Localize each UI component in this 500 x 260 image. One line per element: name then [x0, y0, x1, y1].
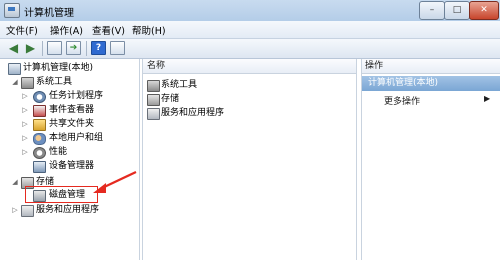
storage-icon: [147, 94, 160, 106]
more-actions-link[interactable]: 更多操作: [384, 94, 420, 107]
tree-item-label: 磁盘管理: [49, 190, 86, 200]
tree-item-event-viewer[interactable]: ▷ 事件查看器: [3, 103, 137, 117]
show-hide-tree-button[interactable]: [47, 41, 62, 55]
annotation-arrow-icon: [93, 171, 137, 193]
tools-icon: [147, 80, 160, 92]
tree-item-local-users[interactable]: ▷ 本地用户和组: [3, 131, 137, 145]
collapse-icon[interactable]: ◢: [11, 75, 19, 89]
forward-button[interactable]: ▶: [23, 41, 38, 55]
clock-icon: [33, 91, 46, 103]
tools-icon: [21, 77, 34, 89]
list-item-storage[interactable]: 存储: [147, 92, 347, 106]
expand-icon[interactable]: ▷: [11, 203, 19, 217]
minimize-button[interactable]: –: [419, 1, 445, 20]
toolbar-separator: [42, 41, 43, 56]
content-list: 名称 系统工具 存储 服务和应用程序: [142, 59, 357, 260]
tree-item-label: 任务计划程序: [49, 91, 104, 101]
tree-item-services-apps[interactable]: ▷ 服务和应用程序: [3, 203, 137, 217]
menu-bar: 文件(F) 操作(A) 查看(V) 帮助(H): [0, 21, 500, 39]
chevron-right-icon[interactable]: ▶: [484, 94, 490, 103]
computer-management-icon: [4, 3, 20, 18]
tree-item-label: 共享文件夹: [49, 119, 95, 129]
performance-icon: [33, 147, 46, 159]
back-button[interactable]: ◀: [6, 41, 21, 55]
menu-file[interactable]: 文件(F): [6, 23, 38, 37]
tree-item-task-scheduler[interactable]: ▷ 任务计划程序: [3, 89, 137, 103]
toolbar-separator: [86, 41, 87, 56]
help-icon: ?: [95, 43, 102, 53]
list-item-label: 系统工具: [161, 80, 198, 90]
arrow-right-icon: ▶: [25, 41, 36, 55]
users-icon: [33, 133, 46, 145]
tree-item-label: 事件查看器: [49, 105, 95, 115]
export-list-button[interactable]: ➔: [66, 41, 81, 55]
tree-item-system-tools[interactable]: ◢ 系统工具: [3, 75, 137, 89]
tree-item-label: 本地用户和组: [49, 133, 104, 143]
console-tree: 计算机管理(本地) ◢ 系统工具 ▷ 任务计划程序 ▷ 事件查看器 ▷ 共享文件…: [3, 59, 140, 260]
menu-action[interactable]: 操作(A): [50, 23, 83, 37]
actions-title: 操作: [362, 59, 500, 74]
tree-item-label: 服务和应用程序: [36, 205, 100, 215]
help-button[interactable]: ?: [91, 41, 106, 55]
tree-item-label: 设备管理器: [49, 161, 95, 171]
tree-item-label: 性能: [49, 147, 68, 157]
window-title: 计算机管理: [24, 8, 74, 19]
list-item-services-apps[interactable]: 服务和应用程序: [147, 106, 347, 120]
tree-item-label: 系统工具: [36, 77, 73, 87]
services-icon: [147, 108, 160, 120]
tree-root[interactable]: 计算机管理(本地): [7, 61, 137, 75]
column-header-name[interactable]: 名称: [143, 59, 356, 74]
arrow-left-icon: ◀: [8, 41, 19, 55]
collapse-icon[interactable]: ◢: [11, 175, 19, 189]
expand-icon[interactable]: ▷: [21, 103, 29, 117]
expand-icon[interactable]: ▷: [21, 89, 29, 103]
properties-button[interactable]: [110, 41, 125, 55]
disk-icon: [33, 190, 46, 202]
close-button[interactable]: ✕: [469, 1, 499, 20]
services-icon: [21, 205, 34, 217]
menu-help[interactable]: 帮助(H): [132, 23, 166, 37]
event-icon: [33, 105, 46, 117]
tree-item-performance[interactable]: ▷ 性能: [3, 145, 137, 159]
share-icon: [33, 119, 46, 131]
expand-icon[interactable]: ▷: [21, 131, 29, 145]
list-item-label: 服务和应用程序: [161, 108, 225, 118]
maximize-button[interactable]: □: [444, 1, 470, 20]
actions-pane: 操作 计算机管理(本地) 更多操作 ▶: [361, 59, 500, 260]
computer-icon: [8, 63, 21, 75]
title-bar: 计算机管理 – □ ✕: [0, 0, 500, 22]
toolbar: ◀ ▶ ➔ ?: [0, 39, 500, 59]
device-icon: [33, 161, 46, 173]
expand-icon[interactable]: ▷: [21, 145, 29, 159]
menu-view[interactable]: 查看(V): [92, 23, 125, 37]
tree-root-label: 计算机管理(本地): [23, 63, 94, 73]
tree-item-shared-folders[interactable]: ▷ 共享文件夹: [3, 117, 137, 131]
actions-section-header[interactable]: 计算机管理(本地): [362, 76, 500, 91]
list-item-system-tools[interactable]: 系统工具: [147, 78, 347, 92]
list-item-label: 存储: [161, 94, 180, 104]
export-icon: ➔: [69, 43, 78, 53]
expand-icon[interactable]: ▷: [21, 117, 29, 131]
